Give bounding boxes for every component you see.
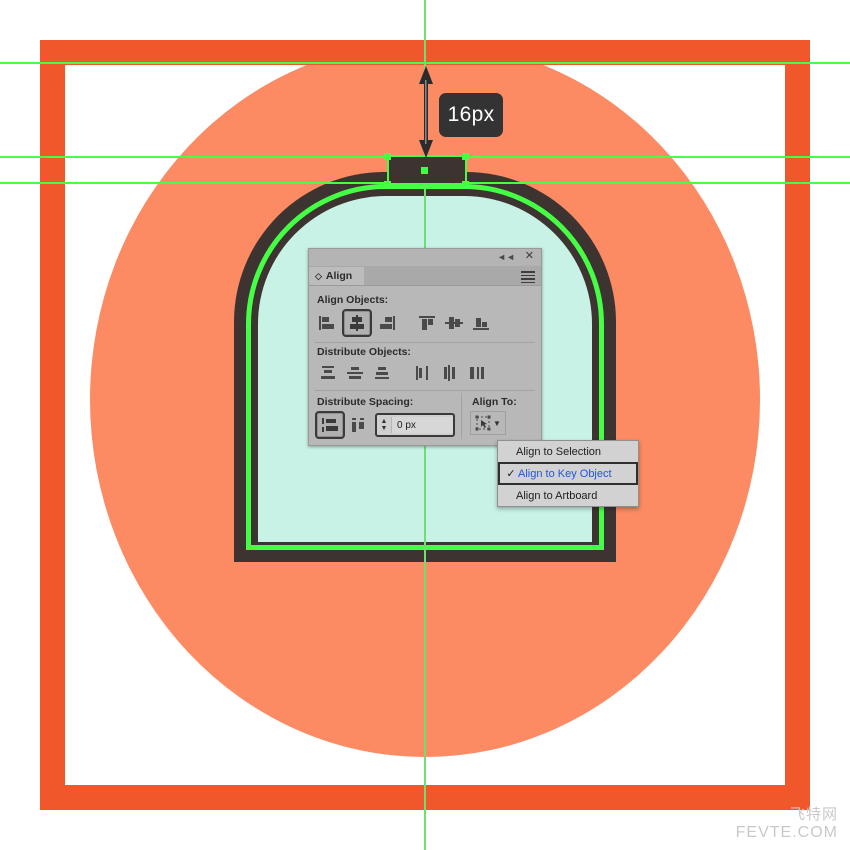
- menu-item-align-to-selection[interactable]: Align to Selection: [498, 441, 638, 462]
- menu-item-label: Align to Artboard: [516, 489, 598, 502]
- vertical-distribute-center-button[interactable]: [342, 361, 368, 385]
- spacing-value-field[interactable]: ▲ ▼ 0 px: [375, 413, 455, 437]
- tab-align[interactable]: ◇ Align: [309, 267, 365, 285]
- horizontal-distribute-right-button[interactable]: [464, 361, 490, 385]
- close-icon[interactable]: ✕: [525, 251, 534, 262]
- distribute-spacing-buttons: ▲ ▼ 0 px: [309, 411, 461, 439]
- checkmark-icon: ✓: [506, 468, 516, 480]
- diamond-icon: ◇: [315, 270, 322, 281]
- vertical-distribute-top-button[interactable]: [315, 361, 341, 385]
- align-objects-label: Align Objects:: [317, 294, 389, 306]
- menu-item-align-to-key-object[interactable]: ✓ Align to Key Object: [498, 462, 638, 485]
- vertical-distribute-spacing-button[interactable]: [315, 411, 345, 439]
- selection-handle-bl[interactable]: [384, 181, 391, 188]
- bottom-row: Distribute Spacing: ▲ ▼ 0 px Align To: ▼: [309, 393, 541, 439]
- measure-arrow-icon: [418, 66, 434, 158]
- stepper-arrows-icon[interactable]: ▲ ▼: [377, 418, 391, 432]
- panel-body: Align Objects: Distribute Objects: Distr…: [309, 286, 541, 439]
- align-to-key-object-icon: [475, 415, 491, 431]
- watermark-en: FEVTE.COM: [735, 823, 838, 841]
- vertical-align-center-button[interactable]: [441, 311, 467, 335]
- distribute-objects-label: Distribute Objects:: [317, 346, 411, 358]
- panel-title: Align: [325, 270, 353, 282]
- chevron-down-icon[interactable]: ▼: [493, 419, 501, 428]
- horizontal-align-right-button[interactable]: [373, 311, 399, 335]
- panel-titlebar[interactable]: ◄◄ ✕: [309, 249, 541, 267]
- selection-handle-tl[interactable]: [384, 153, 391, 160]
- horizontal-distribute-left-button[interactable]: [410, 361, 436, 385]
- align-to-dropdown-button[interactable]: ▼: [470, 411, 506, 435]
- horizontal-align-left-button[interactable]: [315, 311, 341, 335]
- selection-handle-center[interactable]: [421, 167, 428, 174]
- align-to-dropdown-menu[interactable]: Align to Selection ✓ Align to Key Object…: [497, 440, 639, 507]
- horizontal-distribute-center-button[interactable]: [437, 361, 463, 385]
- measure-distance-label: 16px: [439, 93, 503, 137]
- vertical-align-top-button[interactable]: [414, 311, 440, 335]
- panel-tab-row[interactable]: ◇ Align: [309, 267, 541, 286]
- align-to-label: Align To:: [472, 396, 517, 408]
- spacing-value[interactable]: 0 px: [391, 417, 453, 433]
- align-panel[interactable]: ◄◄ ✕ ◇ Align Align Objects: Distribute O…: [308, 248, 542, 446]
- horizontal-align-center-button[interactable]: [342, 309, 372, 337]
- illustrator-canvas: 16px ◄◄ ✕ ◇ Align Align Objects: Distrib…: [0, 0, 850, 850]
- divider-1: [315, 342, 535, 343]
- align-to-group: Align To: ▼: [461, 393, 539, 439]
- selection-handle-tr[interactable]: [462, 153, 469, 160]
- selection-handle-br[interactable]: [462, 181, 469, 188]
- align-objects-buttons: [309, 309, 541, 337]
- horizontal-distribute-spacing-button[interactable]: [346, 413, 372, 437]
- vertical-align-bottom-button[interactable]: [468, 311, 494, 335]
- menu-item-label: Align to Selection: [516, 445, 601, 458]
- menu-item-align-to-artboard[interactable]: Align to Artboard: [498, 485, 638, 506]
- distribute-objects-buttons: [309, 361, 541, 385]
- double-chevron-left-icon[interactable]: ◄◄: [497, 252, 515, 262]
- vertical-distribute-bottom-button[interactable]: [369, 361, 395, 385]
- watermark: 飞特网 FEVTE.COM: [736, 806, 838, 842]
- watermark-cn: 飞特网: [789, 806, 838, 824]
- distribute-spacing-label: Distribute Spacing:: [317, 396, 414, 408]
- distribute-spacing-group: Distribute Spacing: ▲ ▼ 0 px: [309, 393, 461, 439]
- menu-item-label: Align to Key Object: [518, 467, 612, 480]
- divider-2: [315, 390, 535, 391]
- hamburger-menu-icon[interactable]: [521, 271, 535, 283]
